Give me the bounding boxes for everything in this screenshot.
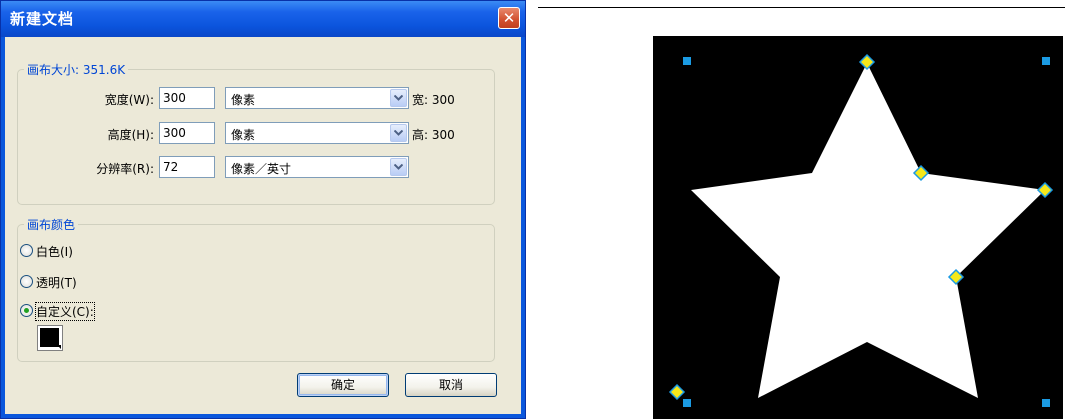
radio-button[interactable] xyxy=(20,244,33,257)
close-icon: ✕ xyxy=(502,9,516,27)
ok-button[interactable]: 确定 xyxy=(297,373,389,397)
custom-color-swatch[interactable] xyxy=(37,325,63,351)
title-bar[interactable]: 新建文档 ✕ xyxy=(1,1,525,37)
point-handle[interactable] xyxy=(858,53,876,71)
chevron-down-icon[interactable] xyxy=(390,158,407,176)
star-shape[interactable] xyxy=(691,63,1045,398)
height-result: 高: 300 xyxy=(412,128,455,142)
star-drawing xyxy=(668,53,1054,407)
width-input[interactable]: 300 xyxy=(159,87,215,109)
corner-handle[interactable] xyxy=(1042,399,1050,407)
radio-button-checked[interactable] xyxy=(20,304,33,317)
width-unit-select[interactable]: 像素 xyxy=(225,87,409,109)
chevron-down-icon[interactable] xyxy=(390,89,407,107)
canvas-color-group: 画布颜色 白色(I) 透明(T) 自定义(C): xyxy=(17,216,495,362)
resolution-unit-value: 像素／英寸 xyxy=(231,162,292,176)
resolution-label: 分辨率(R): xyxy=(96,162,154,176)
width-label: 宽度(W): xyxy=(104,93,154,107)
cancel-button[interactable]: 取消 xyxy=(405,373,497,397)
corner-handle[interactable] xyxy=(1042,57,1050,65)
top-divider-line xyxy=(538,7,1065,8)
resolution-unit-select[interactable]: 像素／英寸 xyxy=(225,156,409,178)
new-document-dialog: 新建文档 ✕ 画布大小: 351.6K 宽度(W): 300 像素 宽: 300… xyxy=(0,0,526,419)
dialog-body: 画布大小: 351.6K 宽度(W): 300 像素 宽: 300 高度(H):… xyxy=(5,37,521,414)
radio-transparent-label: 透明(T) xyxy=(36,276,77,290)
radio-custom-label: 自定义(C): xyxy=(35,302,95,321)
width-result: 宽: 300 xyxy=(412,93,455,107)
height-unit-value: 像素 xyxy=(231,128,256,142)
corner-handle[interactable] xyxy=(683,57,691,65)
radio-white-label: 白色(I) xyxy=(36,245,73,259)
resolution-input[interactable]: 72 xyxy=(159,156,215,178)
canvas-size-group: 画布大小: 351.6K 宽度(W): 300 像素 宽: 300 高度(H):… xyxy=(17,61,495,205)
width-unit-value: 像素 xyxy=(231,93,256,107)
close-button[interactable]: ✕ xyxy=(498,7,520,29)
point-handle[interactable] xyxy=(668,383,686,401)
canvas-color-legend: 画布颜色 xyxy=(24,216,79,233)
height-input[interactable]: 300 xyxy=(159,122,215,144)
canvas-size-legend: 画布大小: 351.6K xyxy=(24,61,129,78)
triangle-down-icon xyxy=(57,345,61,349)
star-canvas[interactable] xyxy=(653,36,1063,419)
corner-handle[interactable] xyxy=(683,399,691,407)
radio-selected-dot xyxy=(24,308,29,313)
point-handle[interactable] xyxy=(1036,181,1054,199)
height-label: 高度(H): xyxy=(107,128,154,142)
height-unit-select[interactable]: 像素 xyxy=(225,122,409,144)
dialog-title: 新建文档 xyxy=(10,10,75,28)
radio-button[interactable] xyxy=(20,275,33,288)
chevron-down-icon[interactable] xyxy=(390,124,407,142)
